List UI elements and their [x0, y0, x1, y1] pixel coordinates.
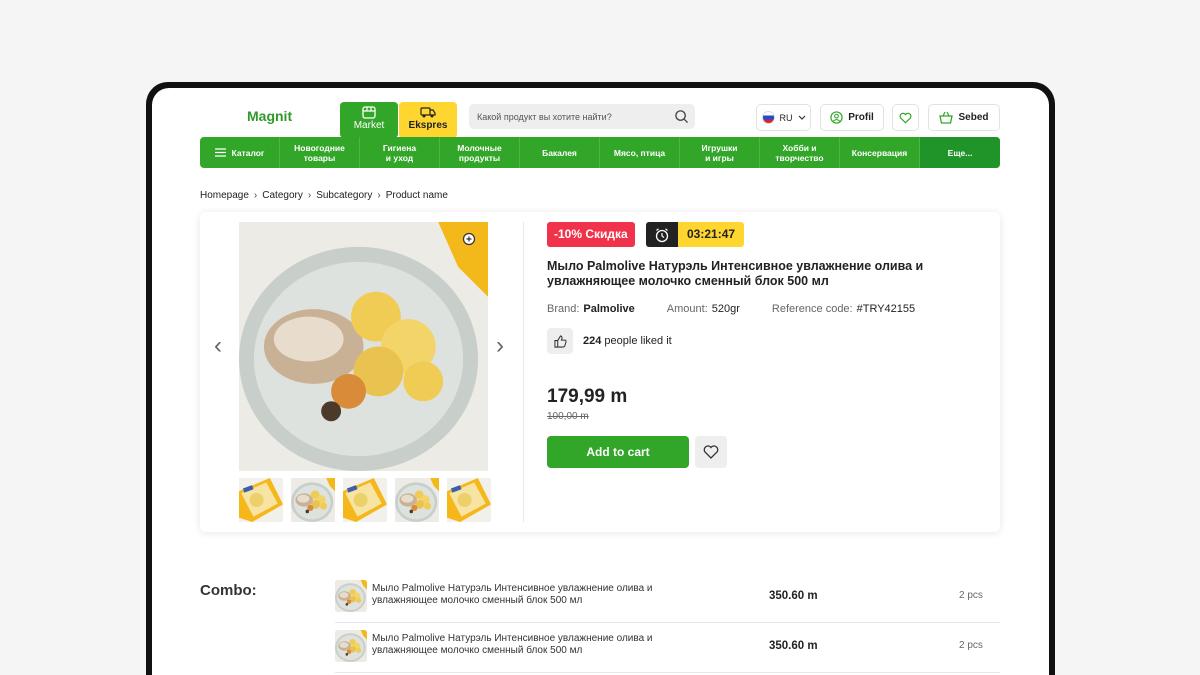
food-photo — [238, 222, 489, 471]
nav-item-hobby[interactable]: Хобби и творчество — [760, 137, 840, 168]
chevron-right-icon: › — [253, 190, 258, 201]
divider — [523, 222, 524, 522]
thumbs-up-icon — [553, 334, 567, 348]
thumbnail[interactable] — [342, 478, 388, 522]
countdown-timer: 03:21:47 — [646, 222, 745, 247]
nav-item-more[interactable]: Еще... — [920, 137, 1000, 168]
language-selector[interactable]: RU — [756, 104, 811, 131]
likes-text: 224 people liked it — [583, 335, 672, 347]
combo-item-name: Мыло Palmolive Натурэль Интенсивное увла… — [372, 583, 653, 606]
thumbnail[interactable] — [446, 478, 492, 522]
reference-value: #TRY42155 — [856, 303, 916, 315]
heart-icon — [899, 112, 912, 123]
alarm-clock-icon — [646, 222, 678, 247]
chevron-down-icon — [798, 115, 805, 120]
discount-badge: -10% Скидка — [547, 222, 635, 247]
language-label: RU — [779, 112, 793, 123]
breadcrumb-product: Product name — [385, 190, 448, 201]
thumbnail[interactable] — [290, 478, 336, 522]
brand-value: Palmolive — [583, 303, 635, 315]
reference-row: Reference code: #TRY42155 — [772, 303, 915, 315]
combo-item-qty: 2 pcs — [959, 590, 983, 601]
thumbnail[interactable] — [238, 478, 284, 522]
old-price: 100,00 m — [547, 411, 589, 422]
search-input[interactable] — [469, 104, 659, 129]
combo-item-name: Мыло Palmolive Натурэль Интенсивное увла… — [372, 633, 653, 656]
nav-item-new-year[interactable]: Новогодние товары — [280, 137, 360, 168]
amount-row: Amount: 520gr — [667, 303, 740, 315]
likes-count: 224 — [583, 335, 602, 347]
combo-item-price: 350.60 m — [769, 590, 818, 602]
tab-market[interactable]: Market — [340, 102, 398, 138]
nav-item-meat[interactable]: Мясо, птица — [600, 137, 680, 168]
breadcrumb-subcategory[interactable]: Subcategory — [316, 190, 372, 201]
nav-item-canned[interactable]: Консервация — [840, 137, 920, 168]
combo-item-image — [335, 580, 367, 612]
cart-label: Sebed — [958, 112, 989, 123]
russia-flag-icon — [761, 111, 775, 124]
breadcrumb-category[interactable]: Category — [262, 190, 303, 201]
nav-item-dairy[interactable]: Молочные продукты — [440, 137, 520, 168]
nav-item-hygiene[interactable]: Гигиена и уход — [360, 137, 440, 168]
profile-label: Profil — [848, 112, 874, 123]
logo[interactable]: Magnit — [247, 108, 292, 124]
category-nav: Каталог Новогодние товары Гигиена и уход М… — [200, 137, 1000, 168]
product-main-image[interactable] — [238, 222, 489, 471]
search-icon[interactable] — [674, 109, 689, 124]
wishlist-button[interactable] — [695, 436, 727, 468]
amount-label: Amount: — [666, 303, 708, 315]
reference-label: Reference code: — [771, 303, 853, 315]
user-icon — [830, 111, 843, 124]
favorites-button[interactable] — [892, 104, 919, 131]
combo-row[interactable]: Мыло Palmolive Натурэль Интенсивное увла… — [335, 623, 1000, 673]
combo-item-price: 350.60 m — [769, 640, 818, 652]
nav-catalog[interactable]: Каталог — [200, 137, 280, 168]
combo-item-image — [335, 630, 367, 662]
gallery-next-icon[interactable]: › — [496, 332, 504, 360]
menu-icon — [214, 148, 226, 157]
tab-ekspres[interactable]: Ekspres — [399, 102, 457, 138]
product-meta: Brand: Palmolive Amount: 520gr Reference c… — [547, 303, 915, 315]
likes-label: people liked it — [604, 335, 672, 347]
timer-value: 03:21:47 — [678, 222, 745, 247]
nav-item-grocery[interactable]: Бакалея — [520, 137, 600, 168]
brand-row: Brand: Palmolive — [547, 303, 635, 315]
brand-label: Brand: — [547, 303, 580, 315]
combo-title: Combo: — [200, 582, 257, 599]
chevron-right-icon: › — [307, 190, 312, 201]
tab-ekspres-label: Ekspres — [408, 120, 448, 131]
add-to-cart-button[interactable]: Add to cart — [547, 436, 689, 468]
zoom-icon[interactable] — [462, 232, 476, 246]
like-button[interactable] — [547, 328, 573, 354]
breadcrumb-homepage[interactable]: Homepage — [200, 190, 249, 201]
combo-row[interactable]: Мыло Palmolive Натурэль Интенсивное увла… — [335, 573, 1000, 623]
header: Magnit Market Ekspres Какой продукт вы х… — [200, 96, 1000, 138]
product-title: Мыло Palmolive Натурэль Интенсивное увла… — [547, 259, 924, 288]
screen: Magnit Market Ekspres Какой продукт вы х… — [152, 88, 1049, 675]
truck-icon — [420, 107, 436, 118]
thumbnail[interactable] — [394, 478, 440, 522]
store-icon — [362, 106, 376, 119]
device-frame: Magnit Market Ekspres Какой продукт вы х… — [146, 82, 1055, 675]
search-bar — [469, 104, 695, 129]
combo-item-qty: 2 pcs — [959, 640, 983, 651]
gallery-prev-icon[interactable]: ‹ — [214, 332, 222, 360]
nav-catalog-label: Каталог — [231, 147, 265, 158]
breadcrumb: Homepage › Category › Subcategory › Prod… — [200, 190, 448, 201]
product-card: ‹ › -10% Скидка 03:21:47 Мыло Palmolive … — [200, 212, 1000, 532]
combo-list: Мыло Palmolive Натурэль Интенсивное увла… — [335, 573, 1000, 673]
profile-button[interactable]: Profil — [820, 104, 884, 131]
nav-item-toys[interactable]: Игрушки и игры — [680, 137, 760, 168]
amount-value: 520gr — [711, 303, 740, 315]
likes-row: 224 people liked it — [547, 328, 672, 354]
current-price: 179,99 m — [547, 386, 628, 407]
tab-market-label: Market — [353, 120, 385, 131]
cart-button[interactable]: Sebed — [928, 104, 1000, 131]
thumbnail-strip — [238, 478, 492, 522]
basket-icon — [939, 111, 954, 124]
chevron-right-icon: › — [377, 190, 381, 201]
heart-icon — [703, 445, 719, 459]
